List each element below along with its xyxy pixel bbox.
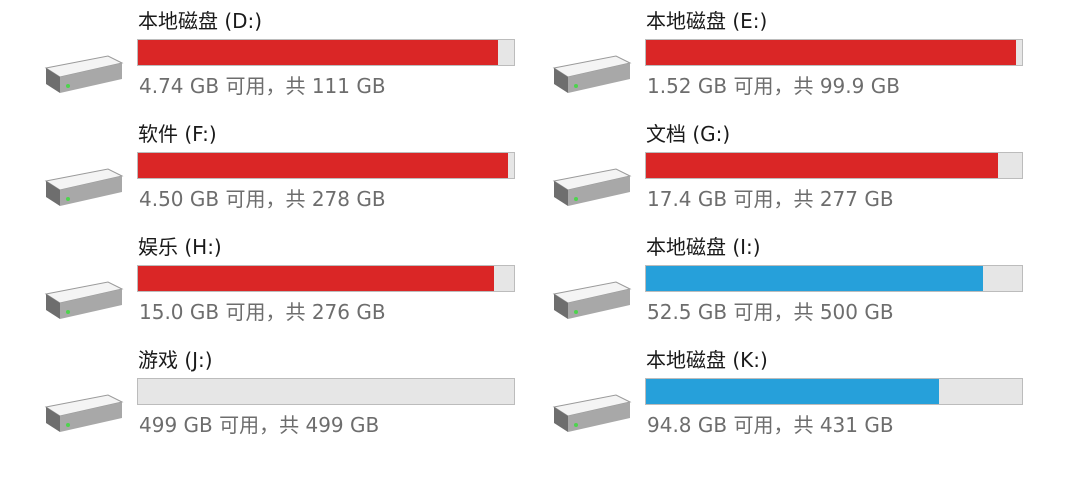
usage-bar [645,39,1023,66]
drive-space-info: 1.52 GB 可用，共 99.9 GB [647,74,900,98]
drive-tile-k[interactable]: 本地磁盘 (K:) 94.8 GB 可用，共 431 GB [508,339,1023,439]
drive-tile-h[interactable]: 娱乐 (H:) 15.0 GB 可用，共 276 GB [0,226,515,326]
drive-tile-i[interactable]: 本地磁盘 (I:) 52.5 GB 可用，共 500 GB [508,226,1023,326]
drive-name: 本地磁盘 (K:) [646,348,768,372]
drive-space-info: 94.8 GB 可用，共 431 GB [647,413,894,437]
drive-space-info: 4.50 GB 可用，共 278 GB [139,187,386,211]
drive-list: 本地磁盘 (D:) 4.74 GB 可用，共 111 GB 本地磁盘 (E:) … [0,0,1072,478]
hard-drive-icon [552,394,632,432]
drive-tile-f[interactable]: 软件 (F:) 4.50 GB 可用，共 278 GB [0,113,515,213]
drive-space-info: 15.0 GB 可用，共 276 GB [139,300,386,324]
usage-bar-fill [646,153,999,178]
drive-tile-j[interactable]: 游戏 (J:) 499 GB 可用，共 499 GB [0,339,515,439]
usage-bar [645,265,1023,292]
usage-bar-fill [138,266,494,291]
drive-name: 本地磁盘 (E:) [646,9,768,33]
drive-space-info: 17.4 GB 可用，共 277 GB [647,187,894,211]
hard-drive-icon [44,55,124,93]
drive-name: 游戏 (J:) [138,348,213,372]
hard-drive-icon [44,394,124,432]
usage-bar [645,378,1023,405]
drive-tile-e[interactable]: 本地磁盘 (E:) 1.52 GB 可用，共 99.9 GB [508,0,1023,100]
hard-drive-icon [552,55,632,93]
hard-drive-icon [44,168,124,206]
hard-drive-icon [44,281,124,319]
drive-space-info: 499 GB 可用，共 499 GB [139,413,380,437]
usage-bar-fill [138,153,508,178]
usage-bar [137,152,515,179]
drive-space-info: 52.5 GB 可用，共 500 GB [647,300,894,324]
drive-name: 文档 (G:) [646,122,731,146]
drive-tile-g[interactable]: 文档 (G:) 17.4 GB 可用，共 277 GB [508,113,1023,213]
usage-bar-fill [646,266,983,291]
drive-name: 娱乐 (H:) [138,235,222,259]
drive-name: 本地磁盘 (I:) [646,235,761,259]
drive-name: 软件 (F:) [138,122,217,146]
usage-bar [137,39,515,66]
usage-bar [137,378,515,405]
usage-bar [645,152,1023,179]
drive-tile-d[interactable]: 本地磁盘 (D:) 4.74 GB 可用，共 111 GB [0,0,515,100]
usage-bar [137,265,515,292]
usage-bar-fill [646,40,1017,65]
drive-name: 本地磁盘 (D:) [138,9,263,33]
hard-drive-icon [552,168,632,206]
hard-drive-icon [552,281,632,319]
drive-space-info: 4.74 GB 可用，共 111 GB [139,74,386,98]
usage-bar-fill [646,379,940,404]
usage-bar-fill [138,40,498,65]
